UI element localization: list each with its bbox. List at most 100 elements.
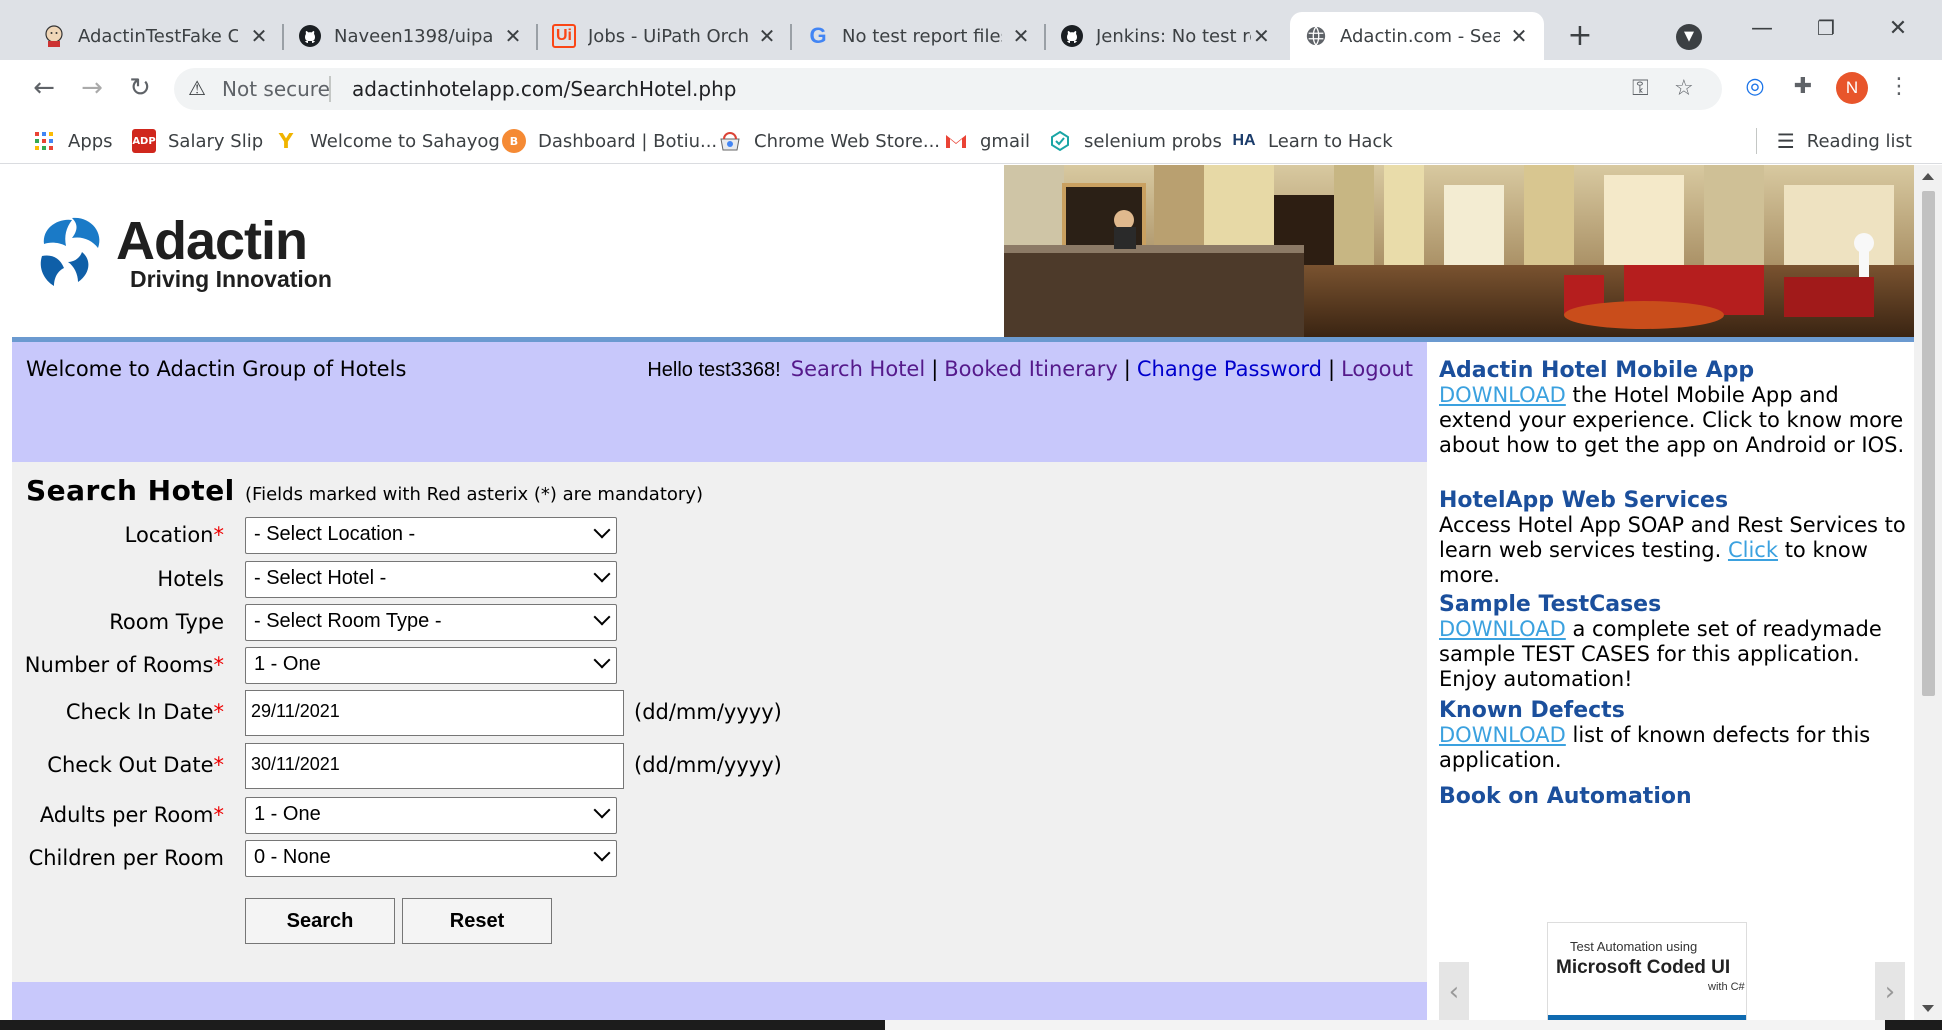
children-label: Children per Room [28,846,224,870]
bookmark-webstore[interactable]: Chrome Web Store... [718,126,940,156]
check-out-label: Check Out Date* [12,753,232,777]
adults-select[interactable]: 1 - One [245,797,617,834]
back-icon[interactable]: ← [26,70,62,106]
book-cover[interactable]: Test Automation using Microsoft Coded UI… [1547,922,1747,1020]
sahayog-icon: Y [278,129,294,153]
rooms-select[interactable]: 1 - One [245,647,617,684]
bookmark-label: gmail [980,130,1030,152]
menu-icon[interactable]: ⋮ [1884,74,1914,99]
room-type-value: - Select Room Type - [254,610,442,632]
nav-separator: | [1328,357,1336,381]
bookmark-salary-slip[interactable]: ADP Salary Slip [132,126,263,156]
reading-list-button[interactable]: ☰ Reading list [1755,126,1912,156]
tab-title: Jobs - UiPath Orche [588,25,748,47]
check-in-row: Check In Date* 29/11/2021 (dd/mm/yyyy) [12,690,1012,738]
children-select[interactable]: 0 - None [245,840,617,877]
bookmark-gmail[interactable]: gmail [944,126,1030,156]
mobile-download-link[interactable]: DOWNLOAD [1439,383,1566,407]
room-type-select[interactable]: - Select Room Type - [245,604,617,641]
rooms-value: 1 - One [254,653,321,675]
check-in-date-field[interactable]: 29/11/2021 [245,690,624,736]
bookmark-label: selenium probs [1084,130,1222,152]
check-out-date-field[interactable]: 30/11/2021 [245,743,624,789]
bookmark-star-icon[interactable]: ☆ [1674,76,1694,101]
browser-tab[interactable]: G No test report files w ✕ [792,12,1046,60]
bookmark-label: Dashboard | Botiu... [538,130,718,152]
divider [1755,128,1757,154]
browser-tab[interactable]: Jenkins: No test rep ✕ [1046,12,1286,60]
bookmark-label: Welcome to Sahayog [310,130,500,152]
chevron-down-icon [593,801,611,819]
ha-icon: HA [1232,132,1256,149]
close-tab-icon[interactable]: ✕ [756,24,778,48]
extension-icon[interactable]: ◎ [1740,74,1770,99]
close-window-icon[interactable]: ✕ [1878,16,1918,41]
adults-label: Adults per Room* [12,803,232,827]
known-defects-download-link[interactable]: DOWNLOAD [1439,723,1566,747]
page-title: Search Hotel (Fields marked with Red ast… [26,474,703,507]
page-scrollbar[interactable] [1914,165,1942,1020]
check-out-label-text: Check Out Date [47,753,214,777]
required-asterisk: * [213,523,225,547]
reset-button[interactable]: Reset [402,898,552,944]
reading-list-label: Reading list [1806,130,1912,152]
change-password-link[interactable]: Change Password [1137,357,1322,381]
check-in-label-text: Check In Date [65,700,214,724]
browser-tab-active[interactable]: Adactin.com - Searc ✕ [1290,12,1544,60]
tab-search-icon[interactable]: ▼ [1676,24,1702,50]
forward-icon[interactable]: → [74,70,110,106]
scroll-up-icon[interactable] [1922,173,1934,180]
hotels-select[interactable]: - Select Hotel - [245,561,617,598]
new-tab-icon[interactable]: + [1562,20,1598,52]
chevron-down-icon [593,565,611,583]
close-tab-icon[interactable]: ✕ [248,24,270,48]
botium-icon: B [502,129,526,153]
book-cover-line-3: with C# [1708,981,1745,993]
test-cases-download-link[interactable]: DOWNLOAD [1439,617,1566,641]
adactin-logo[interactable]: Adactin Driving Innovation [32,210,372,300]
location-select[interactable]: - Select Location - [245,517,617,554]
carousel-next-icon[interactable]: › [1875,962,1905,1020]
bookmark-sahayog[interactable]: Y Welcome to Sahayog [274,126,500,156]
rooms-row: Number of Rooms* 1 - One [12,647,1012,687]
known-defects-heading: Known Defects [1439,698,1625,723]
bookmark-learn-to-hack[interactable]: HA Learn to Hack [1232,126,1392,156]
bookmark-selenium[interactable]: selenium probs [1048,126,1222,156]
close-tab-icon[interactable]: ✕ [502,24,524,48]
scrollbar-thumb[interactable] [1922,191,1935,696]
url-text[interactable]: adactinhotelapp.com/SearchHotel.php [352,77,736,101]
key-icon[interactable]: ⚿ [1632,76,1649,101]
close-tab-icon[interactable]: ✕ [1508,24,1530,48]
date-format-hint: (dd/mm/yyyy) [634,700,782,724]
web-services-heading: HotelApp Web Services [1439,488,1729,513]
extensions-puzzle-icon[interactable]: ✚ [1788,74,1818,99]
scroll-down-icon[interactable] [1922,1005,1934,1012]
booked-itinerary-link[interactable]: Booked Itinerary [944,357,1118,381]
web-services-click-link[interactable]: Click [1728,538,1778,562]
close-tab-icon[interactable]: ✕ [1010,24,1032,48]
avatar[interactable]: N [1836,72,1868,104]
hotels-label: Hotels [157,567,224,591]
google-icon: G [809,23,827,48]
search-hotel-form: Search Hotel (Fields marked with Red ast… [12,462,1427,982]
location-row: Location* - Select Location - [12,517,1012,557]
browser-tab[interactable]: Ui Jobs - UiPath Orche ✕ [538,12,792,60]
browser-tab[interactable]: Naveen1398/uipath ✕ [284,12,538,60]
search-button[interactable]: Search [245,898,395,944]
bookmark-botium[interactable]: B Dashboard | Botiu... [502,126,717,156]
search-hotel-link[interactable]: Search Hotel [791,357,925,381]
rooms-label-text: Number of Rooms [24,653,214,677]
bookmark-apps[interactable]: Apps [32,126,113,156]
jenkins-icon [42,24,66,48]
address-bar[interactable]: ⚠ Not secure adactinhotelapp.com/SearchH… [174,68,1722,110]
logout-link[interactable]: Logout [1341,357,1413,381]
reload-icon[interactable]: ↻ [122,70,158,106]
hotels-value: - Select Hotel - [254,567,387,589]
minimize-icon[interactable]: — [1742,16,1782,41]
adactin-swirl-icon [40,217,100,286]
restore-icon[interactable]: ❐ [1806,16,1846,40]
mobile-app-heading: Adactin Hotel Mobile App [1439,358,1755,383]
carousel-prev-icon[interactable]: ‹ [1439,962,1469,1020]
browser-tab[interactable]: AdactinTestFake Co ✕ [28,12,284,60]
close-tab-icon[interactable]: ✕ [1251,24,1272,48]
